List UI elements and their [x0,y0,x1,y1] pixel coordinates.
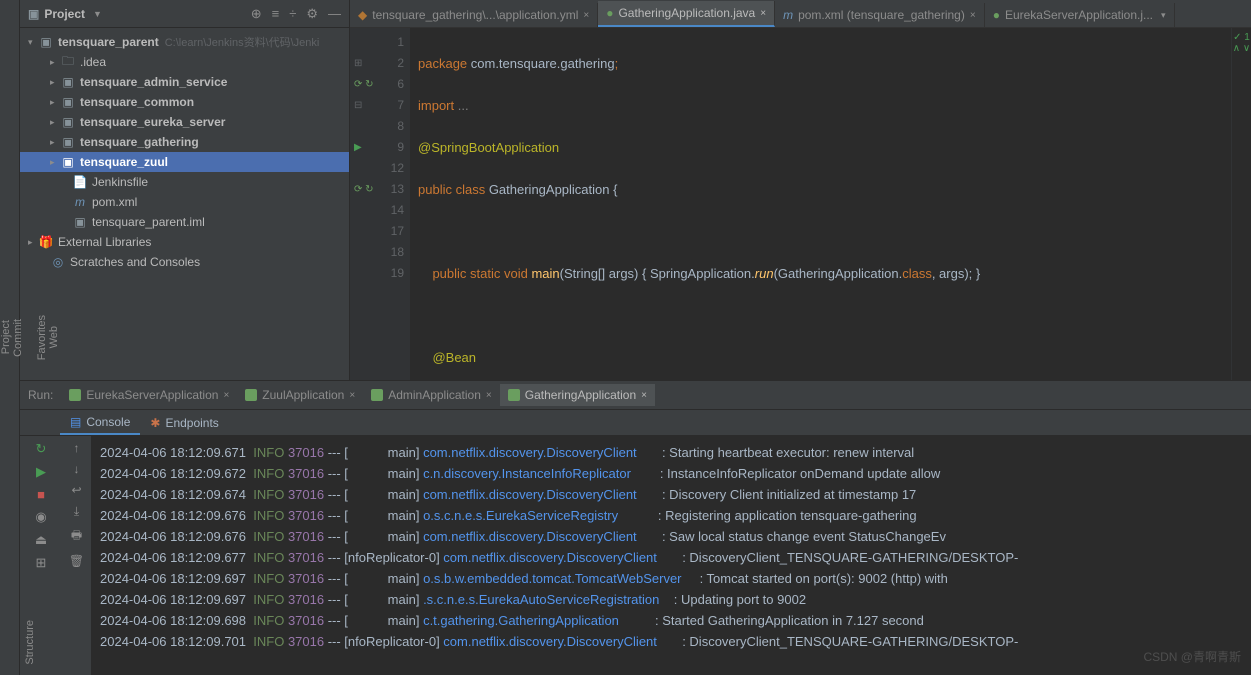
expand-icon[interactable]: ≡ [272,6,280,22]
run-label: Run: [28,388,53,402]
close-icon[interactable]: × [486,390,492,401]
project-icon: ▣ [28,7,39,21]
down-icon[interactable]: ↓ [74,462,80,476]
close-icon[interactable]: × [223,390,229,401]
run-tool-tabs: Run: EurekaServerApplication× ZuulApplic… [20,380,1251,410]
module-icon: ▣ [38,35,54,49]
java-icon: ● [606,6,613,20]
run-gutter-icon[interactable]: ▶ [354,137,362,158]
run-tab-gathering[interactable]: GatheringApplication× [500,384,655,406]
run-tab-eureka[interactable]: EurekaServerApplication× [61,384,237,406]
wrap-icon[interactable]: ↩ [71,483,81,497]
module-icon: ▣ [60,95,76,109]
spring-icon [69,389,81,401]
tree-jenkinsfile[interactable]: 📄Jenkinsfile [20,172,349,192]
close-icon[interactable]: × [583,10,589,21]
run-tab-admin[interactable]: AdminApplication× [363,384,500,406]
chevron-down-icon[interactable]: ▾ [1161,10,1166,21]
module-icon: ▣ [60,155,76,169]
tree-admin[interactable]: ▸▣tensquare_admin_service [20,72,349,92]
spring-icon [245,389,257,401]
camera-icon[interactable]: ◉ [35,509,46,525]
console-icon: ▤ [70,415,81,429]
print-icon[interactable]: 🖶 [71,526,82,547]
rail-web[interactable]: Web [48,316,60,358]
close-icon[interactable]: × [349,390,355,401]
library-icon: 🎁 [38,235,54,249]
editor-status-strip[interactable]: ✓ 1 ∧ ∨ [1231,28,1251,380]
run-icon[interactable]: ▶ [36,464,46,480]
tree-eureka[interactable]: ▸▣tensquare_eureka_server [20,112,349,132]
gutter[interactable]: 1 ⊞2 ⟳ ↻6 ⊟7 8 ▶9 12 ⟳ ↻13 14 17 18 19 [350,28,410,380]
trash-icon[interactable]: 🗑 [69,554,84,568]
close-icon[interactable]: × [970,10,976,21]
rail-project[interactable]: Project [0,310,12,364]
tree-root[interactable]: ▾▣tensquare_parentC:\learn\Jenkins资料\代码\… [20,32,349,52]
console-subtabs: ▤Console ✱Endpoints [20,410,1251,436]
fold-icon[interactable]: ⊟ [354,95,362,116]
rail-favorites[interactable]: Favorites [36,305,48,370]
editor-tabs: ◆tensquare_gathering\...\application.yml… [350,0,1251,28]
module-icon: ▣ [60,135,76,149]
project-header: ▣ Project ▼ ⊕ ≡ ÷ ⚙ — [20,0,349,28]
spring-icon [508,389,520,401]
spring-icon[interactable]: ⟳ ↻ [354,74,374,95]
tree-zuul[interactable]: ▸▣tensquare_zuul [20,152,349,172]
layout-icon[interactable]: ⊞ [36,555,47,571]
rail-structure[interactable]: Structure [24,610,36,675]
spring-icon [371,389,383,401]
tab-gathering-app[interactable]: ●GatheringApplication.java× [598,1,775,27]
module-icon: ▣ [60,75,76,89]
java-icon: ● [993,8,1000,22]
close-icon[interactable]: × [760,8,766,19]
locate-icon[interactable]: ⊕ [251,6,262,22]
console-output[interactable]: 2024-04-06 18:12:09.671 INFO 37016 --- [… [92,436,1251,675]
project-tree[interactable]: ▾▣tensquare_parentC:\learn\Jenkins资料\代码\… [20,28,349,276]
project-title: Project [44,7,85,21]
gear-icon[interactable]: ⚙ [306,6,318,22]
chevron-down-icon[interactable]: ▼ [93,9,102,19]
module-icon: ▣ [60,115,76,129]
bean-icon[interactable]: ⟳ ↻ [354,179,374,200]
exit-icon[interactable]: ⏏ [35,532,47,548]
code-area[interactable]: package com.tensquare.gathering; import … [410,28,1231,380]
folder-icon: 🗀 [60,52,76,73]
maven-icon: m [783,8,793,22]
left-rail: Project Commit Structure Favorites Web [0,0,20,675]
scroll-icon[interactable]: ⤓ [74,504,79,519]
tree-scratches[interactable]: ◎Scratches and Consoles [20,252,349,272]
tree-iml[interactable]: ▣tensquare_parent.iml [20,212,349,232]
iml-icon: ▣ [72,215,88,229]
console-tab[interactable]: ▤Console [60,411,140,435]
endpoints-tab[interactable]: ✱Endpoints [140,412,228,434]
collapse-icon[interactable]: ÷ [289,6,296,22]
tab-pom[interactable]: mpom.xml (tensquare_gathering)× [775,3,985,27]
yml-icon: ◆ [358,8,367,22]
tree-gathering[interactable]: ▸▣tensquare_gathering [20,132,349,152]
stop-icon[interactable]: ■ [37,487,45,502]
endpoints-icon: ✱ [150,416,160,430]
tree-pom[interactable]: mpom.xml [20,192,349,212]
tree-common[interactable]: ▸▣tensquare_common [20,92,349,112]
maven-icon: m [72,195,88,209]
hide-icon[interactable]: — [328,6,341,22]
rail-commit[interactable]: Commit [12,309,24,367]
rerun-icon[interactable]: ↻ [36,441,47,457]
fold-icon[interactable]: ⊞ [354,53,362,74]
watermark: CSDN @青啊青斯 [1143,648,1241,665]
tree-idea[interactable]: ▸🗀.idea [20,52,349,72]
file-icon: 📄 [72,175,88,189]
tab-eureka-app[interactable]: ●EurekaServerApplication.j...▾ [985,3,1175,27]
close-icon[interactable]: × [641,390,647,401]
editor: ◆tensquare_gathering\...\application.yml… [350,0,1251,380]
run-toolbar-right: ↑ ↓ ↩ ⤓ 🖶 🗑 [62,436,92,675]
up-icon[interactable]: ↑ [74,441,80,455]
run-tab-zuul[interactable]: ZuulApplication× [237,384,363,406]
project-tool-window: ▣ Project ▼ ⊕ ≡ ÷ ⚙ — ▾▣tensquare_parent… [20,0,350,380]
scratch-icon: ◎ [50,255,66,269]
tree-extlib[interactable]: ▸🎁External Libraries [20,232,349,252]
tab-application-yml[interactable]: ◆tensquare_gathering\...\application.yml… [350,3,598,27]
